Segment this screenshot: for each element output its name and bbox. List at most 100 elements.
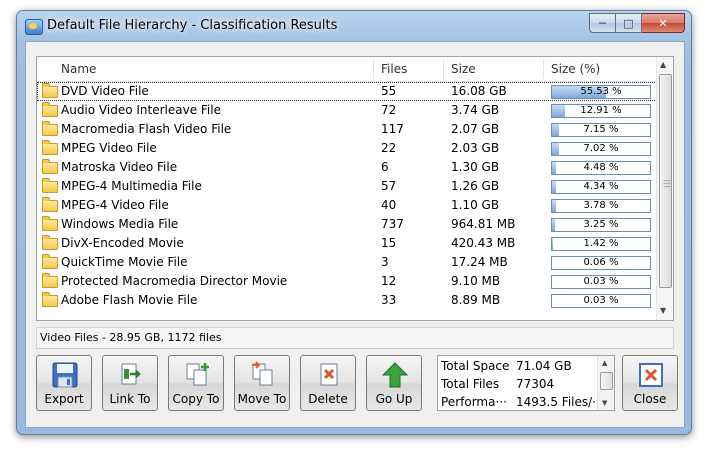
app-window: Default File Hierarchy - Classification … — [16, 10, 692, 435]
folder-icon — [42, 235, 58, 250]
summary-label: Total Files — [441, 377, 500, 391]
scroll-down-arrow-icon[interactable]: ▼ — [602, 399, 607, 407]
link-icon — [121, 363, 141, 385]
size-percent-label: 4.34 % — [583, 181, 619, 192]
column-divider[interactable] — [373, 59, 374, 79]
tree-row[interactable]: Audio Video Interleave File 72 3.74 GB 1… — [37, 101, 657, 120]
row-size: 8.89 MB — [451, 293, 501, 307]
row-size: 420.43 MB — [451, 236, 516, 250]
row-size: 1.10 GB — [451, 198, 500, 212]
size-percent-label: 3.78 % — [583, 200, 619, 211]
tree-row[interactable]: Adobe Flash Movie File 33 8.89 MB 0.03 % — [37, 291, 657, 310]
link-to-label: Link To — [109, 392, 151, 406]
row-name: Macromedia Flash Video File — [61, 122, 232, 136]
grip-icon: — — — — [663, 176, 671, 191]
size-percent-label: 0.03 % — [583, 295, 619, 306]
minimize-button[interactable]: ─ — [589, 13, 616, 33]
close-label: Close — [633, 392, 667, 406]
folder-icon — [42, 178, 58, 193]
size-percent-bar: 7.02 % — [551, 142, 651, 156]
title-bar[interactable]: Default File Hierarchy - Classification … — [17, 11, 691, 39]
tree-row[interactable]: DivX-Encoded Movie 15 420.43 MB 1.42 % — [37, 234, 657, 253]
column-size[interactable]: Size — [451, 62, 476, 76]
folder-icon — [42, 140, 58, 155]
move-to-label: Move To — [237, 392, 287, 406]
row-files: 72 — [381, 103, 397, 117]
column-divider[interactable] — [443, 59, 444, 79]
close-button[interactable]: Close — [622, 355, 678, 411]
row-files: 40 — [381, 198, 397, 212]
maximize-button[interactable]: □ — [616, 13, 642, 33]
scroll-thumb[interactable]: — — — — [659, 74, 672, 288]
minimize-icon: ─ — [599, 16, 606, 30]
row-name: Audio Video Interleave File — [61, 103, 221, 117]
client-area: Name Files Size Size (%) DVD Video File … — [25, 41, 685, 428]
column-name[interactable]: Name — [61, 62, 96, 76]
tree-row[interactable]: Matroska Video File 6 1.30 GB 4.48 % — [37, 158, 657, 177]
tree-row[interactable]: MPEG Video File 22 2.03 GB 7.02 % — [37, 139, 657, 158]
scroll-up-arrow-icon[interactable]: ▲ — [660, 60, 666, 69]
size-percent-bar: 0.03 % — [551, 275, 651, 289]
results-tree[interactable]: Name Files Size Size (%) DVD Video File … — [36, 56, 674, 321]
delete-icon — [320, 363, 338, 386]
summary-scrollbar[interactable]: ▲ ▼ — [597, 356, 614, 410]
tree-row[interactable]: QuickTime Movie File 3 17.24 MB 0.06 % — [37, 253, 657, 272]
row-files: 55 — [381, 84, 397, 98]
summary-value: 77304 — [516, 377, 555, 391]
column-divider[interactable] — [543, 59, 544, 79]
link-to-button[interactable]: Link To — [102, 355, 158, 411]
summary-row: Total Space 71.04 GB — [441, 359, 572, 373]
delete-label: Delete — [308, 392, 348, 406]
scroll-down-arrow-icon[interactable]: ▼ — [660, 306, 666, 315]
tree-row[interactable]: MPEG-4 Multimedia File 57 1.26 GB 4.34 % — [37, 177, 657, 196]
size-percent-label: 4.48 % — [583, 162, 619, 173]
tree-row[interactable]: MPEG-4 Video File 40 1.10 GB 3.78 % — [37, 196, 657, 215]
row-files: 12 — [381, 274, 397, 288]
scroll-thumb[interactable] — [600, 372, 613, 390]
folder-icon — [42, 159, 58, 174]
folder-icon — [42, 102, 58, 117]
move-to-button[interactable]: Move To — [234, 355, 290, 411]
row-files: 737 — [381, 217, 404, 231]
summary-label: Performa··· — [441, 395, 507, 409]
column-size-pct[interactable]: Size (%) — [551, 62, 600, 76]
tree-scrollbar[interactable]: ▲ — — — ▼ — [656, 57, 673, 320]
summary-value: 1493.5 Files/··· — [516, 395, 604, 409]
size-percent-bar: 7.15 % — [551, 123, 651, 137]
summary-row: Total Files 77304 — [441, 377, 554, 391]
scroll-up-arrow-icon[interactable]: ▲ — [602, 359, 607, 367]
size-percent-label: 7.15 % — [583, 124, 619, 135]
up-arrow-icon — [381, 362, 409, 388]
size-percent-bar: 1.42 % — [551, 237, 651, 251]
column-files[interactable]: Files — [381, 62, 407, 76]
row-name: Matroska Video File — [61, 160, 178, 174]
size-percent-bar: 4.48 % — [551, 161, 651, 175]
close-x-icon: ✕ — [658, 16, 668, 30]
go-up-button[interactable]: Go Up — [366, 355, 422, 411]
summary-panel[interactable]: Total Space 71.04 GB Total Files 77304 P… — [437, 355, 615, 411]
app-icon — [25, 19, 43, 35]
tree-rows: DVD Video File 55 16.08 GB 55.53 % Audio… — [37, 82, 657, 310]
column-header: Name Files Size Size (%) — [37, 57, 657, 82]
size-percent-label: 1.42 % — [583, 238, 619, 249]
row-name: DVD Video File — [61, 84, 149, 98]
tree-row[interactable]: Macromedia Flash Video File 117 2.07 GB … — [37, 120, 657, 139]
size-percent-label: 7.02 % — [583, 143, 619, 154]
window-close-button[interactable]: ✕ — [642, 13, 685, 33]
export-button[interactable]: Export — [36, 355, 92, 411]
row-name: DivX-Encoded Movie — [61, 236, 184, 250]
delete-button[interactable]: Delete — [300, 355, 356, 411]
tree-row[interactable]: DVD Video File 55 16.08 GB 55.53 % — [37, 82, 657, 101]
tree-row[interactable]: Protected Macromedia Director Movie 12 9… — [37, 272, 657, 291]
row-files: 22 — [381, 141, 397, 155]
go-up-label: Go Up — [375, 392, 413, 406]
tree-row[interactable]: Windows Media File 737 964.81 MB 3.25 % — [37, 215, 657, 234]
size-percent-label: 0.03 % — [583, 276, 619, 287]
row-name: Protected Macromedia Director Movie — [61, 274, 288, 288]
copy-icon — [186, 363, 209, 386]
row-size: 17.24 MB — [451, 255, 508, 269]
copy-to-button[interactable]: Copy To — [168, 355, 224, 411]
status-text: Video Files - 28.95 GB, 1172 files — [40, 331, 222, 344]
row-size: 9.10 MB — [451, 274, 501, 288]
row-size: 964.81 MB — [451, 217, 516, 231]
